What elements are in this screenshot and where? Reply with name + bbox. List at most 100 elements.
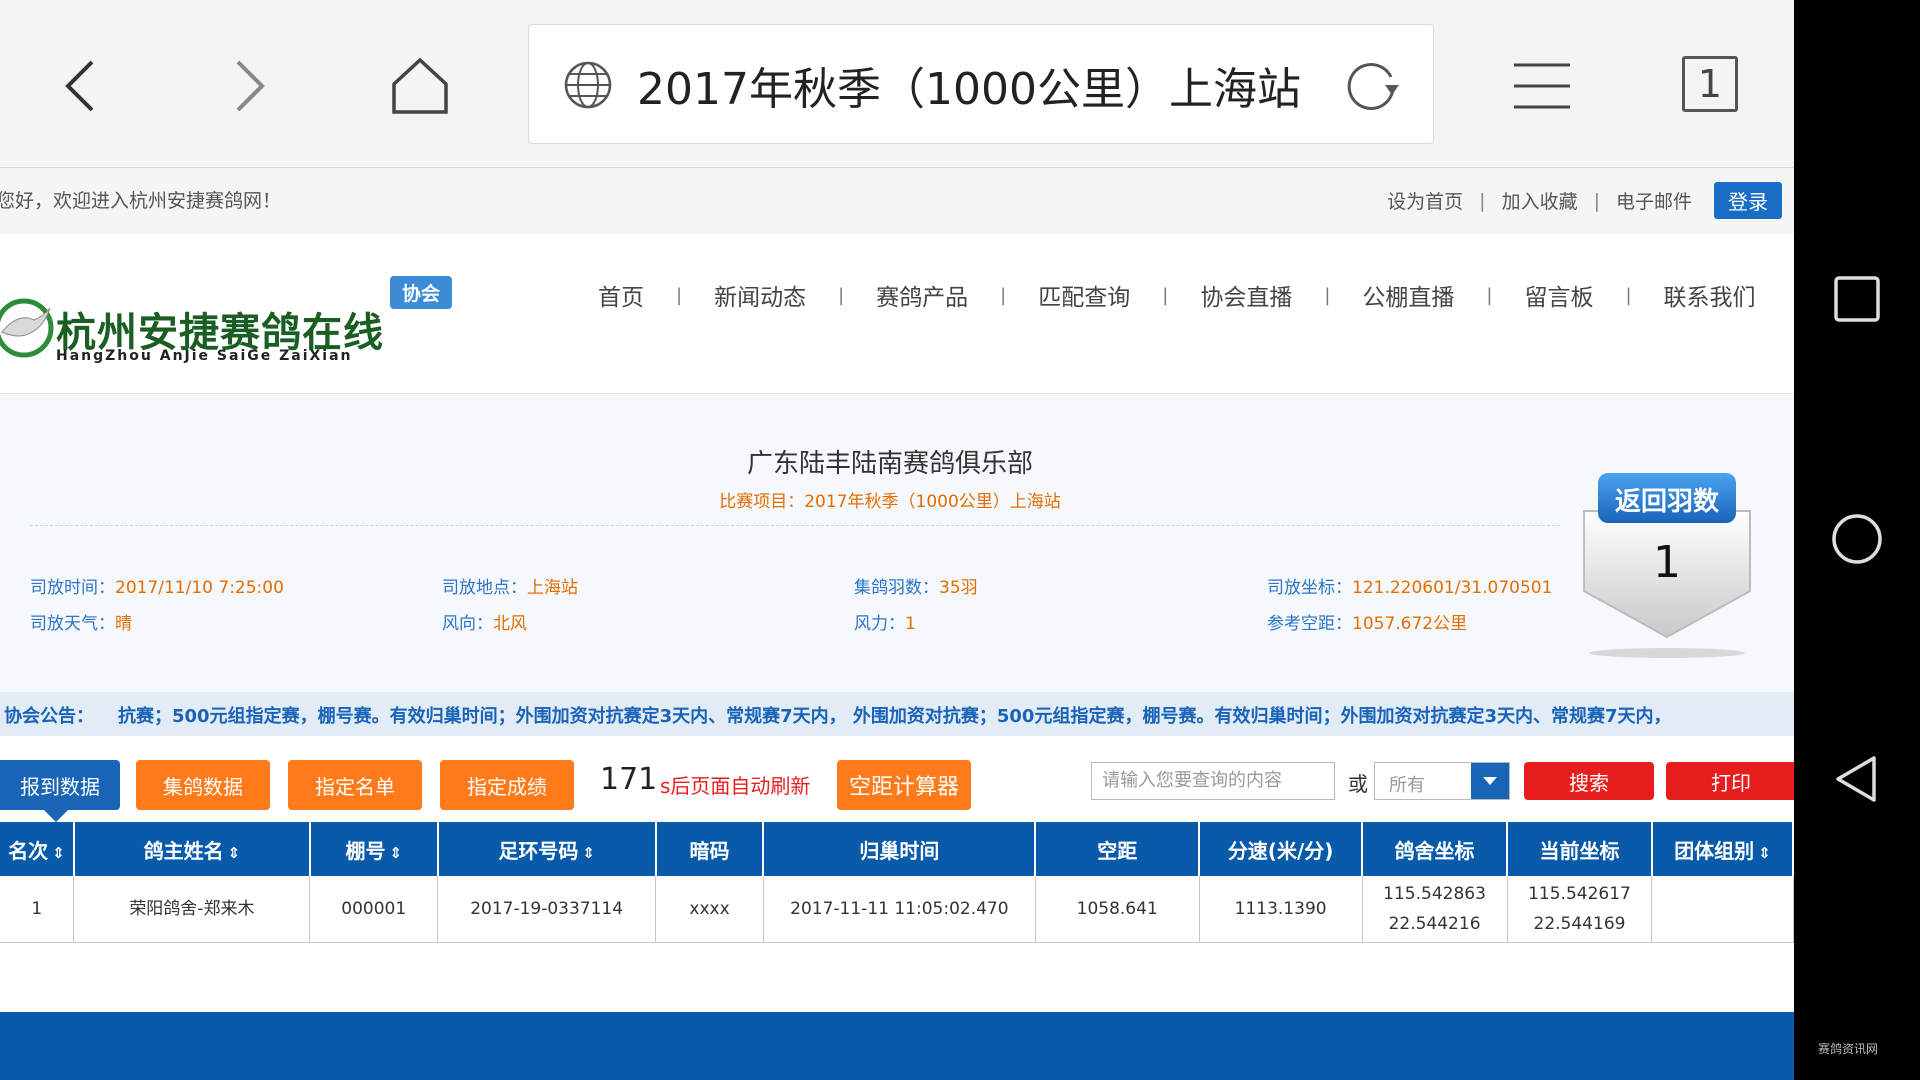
divider: |	[1479, 189, 1486, 212]
col-distance-label: 空距	[1097, 838, 1138, 863]
col-rank-label: 名次	[8, 838, 49, 863]
designated-list-button[interactable]: 指定名单	[288, 760, 422, 810]
loft-coord-line-1: 115.542863	[1383, 883, 1486, 904]
col-owner[interactable]: 鸽主姓名 ⇕	[73, 822, 311, 876]
release-time: 司放时间：2017/11/10 7:25:00	[30, 573, 284, 598]
event-line: 比赛项目：2017年秋季（1000公里）上海站	[0, 487, 1780, 512]
return-count-badge: 返回羽数 1	[1582, 471, 1752, 661]
tabs-button[interactable]: 1	[1682, 56, 1738, 112]
col-current-coord: 当前坐标	[1507, 822, 1653, 876]
cell-current-coord: 115.542617 22.544169	[1507, 876, 1653, 943]
tab-report-data[interactable]: 报到数据	[0, 760, 120, 810]
col-current-coord-label: 当前坐标	[1539, 838, 1620, 863]
wind-direction-label: 风向：	[442, 614, 493, 634]
ref-distance: 参考空距：1057.672公里	[1267, 609, 1467, 634]
results-table-container: 名次 ⇕ 鸽主姓名 ⇕ 棚号 ⇕ 足环号码 ⇕ 暗码 归巢时间 空距 分速(米/分) 鸽…	[0, 822, 1794, 943]
address-bar[interactable]: 2017年秋季（1000公里）上海站	[528, 24, 1434, 144]
menu-button[interactable]	[1500, 44, 1584, 128]
race-info-panel: 广东陆丰陆南赛鸽俱乐部 比赛项目：2017年秋季（1000公里）上海站 司放时间…	[0, 395, 1794, 692]
welcome-text: 您好，欢迎进入杭州安捷赛鸽网！	[0, 190, 282, 212]
email-link[interactable]: 电子邮件	[1616, 187, 1692, 214]
chevron-right-icon	[236, 60, 265, 112]
home-button[interactable]	[378, 44, 462, 128]
pigeon-logo-icon	[0, 298, 54, 358]
home-circle-icon[interactable]	[1824, 506, 1890, 572]
current-coord-line-2: 22.544169	[1533, 913, 1626, 934]
forward-button[interactable]	[208, 44, 292, 128]
pigeon-count: 集鸽羽数：35羽	[854, 573, 978, 598]
designated-result-button[interactable]: 指定成绩	[440, 760, 574, 810]
release-time-value: 2017/11/10 7:25:00	[115, 578, 284, 598]
nav-news[interactable]: 新闻动态	[714, 278, 832, 312]
sort-icon: ⇕	[582, 843, 595, 862]
current-coord-line-1: 115.542617	[1528, 883, 1631, 904]
release-coord: 司放坐标：121.220601/31.070501	[1267, 573, 1552, 598]
col-loft[interactable]: 棚号 ⇕	[309, 822, 439, 876]
refresh-countdown-text: s后页面自动刷新	[660, 774, 811, 798]
print-button[interactable]: 打印	[1666, 762, 1794, 800]
release-time-label: 司放时间：	[30, 578, 115, 598]
col-rank[interactable]: 名次 ⇕	[0, 822, 75, 876]
nav-match-query[interactable]: 匹配查询	[1038, 278, 1156, 312]
distance-calculator-button[interactable]: 空距计算器	[837, 760, 971, 810]
back-triangle-icon[interactable]	[1824, 746, 1890, 812]
nav-products[interactable]: 赛鸽产品	[876, 278, 994, 312]
dropdown-arrow[interactable]	[1471, 763, 1509, 799]
search-input[interactable]: 请输入您要查询的内容	[1091, 762, 1335, 800]
col-group-label: 团体组别	[1674, 838, 1755, 863]
site-logo[interactable]: 杭州安捷赛鸽在线 HangZhou AnJie SaiGe ZaiXian 协会	[0, 258, 460, 364]
pigeon-count-label: 集鸽羽数：	[854, 578, 939, 598]
nav-guestbook[interactable]: 留言板	[1524, 278, 1619, 312]
hamburger-icon	[1514, 63, 1570, 109]
event-label: 比赛项目：	[719, 492, 805, 512]
release-place-value: 上海站	[527, 578, 578, 598]
wind-power: 风力：1	[854, 609, 916, 634]
club-name: 广东陆丰陆南赛鸽俱乐部	[746, 449, 1033, 479]
nav-loft-live[interactable]: 公棚直播	[1362, 278, 1480, 312]
site-header: 杭州安捷赛鸽在线 HangZhou AnJie SaiGe ZaiXian 协会…	[0, 234, 1794, 394]
set-homepage-link[interactable]: 设为首页	[1387, 187, 1463, 214]
login-button[interactable]: 登录	[1714, 182, 1782, 219]
nav-home[interactable]: 首页	[598, 278, 670, 312]
nav-association-live[interactable]: 协会直播	[1200, 278, 1318, 312]
pigeon-count-value: 35羽	[939, 578, 978, 598]
return-count-value: 1	[1653, 537, 1681, 588]
main-nav: 首页 | 新闻动态 | 赛鸽产品 | 匹配查询 | 协会直播 | 公棚直播 | 留言板 | 联…	[598, 278, 1782, 312]
cell-loft-coord: 115.542863 22.544216	[1362, 876, 1508, 943]
col-loft-coord: 鸽舍坐标	[1362, 822, 1509, 876]
sort-icon: ⇕	[389, 843, 403, 862]
android-nav-bar	[1794, 0, 1920, 1080]
recents-icon[interactable]	[1824, 266, 1890, 332]
ref-distance-value: 1057.672公里	[1352, 614, 1468, 634]
weather-label: 司放天气：	[30, 614, 115, 634]
col-loft-label: 棚号	[345, 838, 386, 863]
site-topbar: 您好，欢迎进入杭州安捷赛鸽网！ 设为首页 | 加入收藏 | 电子邮件 登录	[0, 168, 1794, 234]
cell-code: xxxx	[655, 876, 764, 943]
results-table: 名次 ⇕ 鸽主姓名 ⇕ 棚号 ⇕ 足环号码 ⇕ 暗码 归巢时间 空距 分速(米/分) 鸽…	[0, 822, 1794, 943]
filter-select[interactable]: 所有	[1374, 762, 1510, 800]
col-speed-label: 分速(米/分)	[1227, 838, 1334, 863]
col-speed: 分速(米/分)	[1199, 822, 1364, 876]
tab-pointer-icon	[44, 810, 68, 822]
back-button[interactable]	[38, 44, 122, 128]
sort-icon: ⇕	[227, 843, 241, 862]
wind-direction: 风向：北风	[442, 609, 527, 634]
sort-icon: ⇕	[52, 843, 65, 862]
collect-data-button[interactable]: 集鸽数据	[136, 760, 270, 810]
divider: |	[676, 284, 683, 306]
col-group[interactable]: 团体组别 ⇕	[1651, 822, 1794, 876]
col-code-label: 暗码	[689, 838, 730, 863]
home-icon	[392, 57, 448, 114]
col-distance: 空距	[1035, 822, 1201, 876]
reload-icon[interactable]	[1345, 57, 1401, 113]
search-button[interactable]: 搜索	[1524, 762, 1654, 800]
footer-band	[0, 1012, 1794, 1080]
col-ring-label: 足环号码	[498, 838, 579, 863]
top-links: 设为首页 | 加入收藏 | 电子邮件 登录	[1387, 182, 1782, 219]
globe-icon	[564, 61, 612, 109]
add-favorite-link[interactable]: 加入收藏	[1502, 187, 1578, 214]
cell-loft: 000001	[309, 876, 439, 943]
weather: 司放天气：晴	[30, 609, 132, 634]
nav-contact[interactable]: 联系我们	[1664, 278, 1782, 312]
col-ring[interactable]: 足环号码 ⇕	[437, 822, 657, 876]
